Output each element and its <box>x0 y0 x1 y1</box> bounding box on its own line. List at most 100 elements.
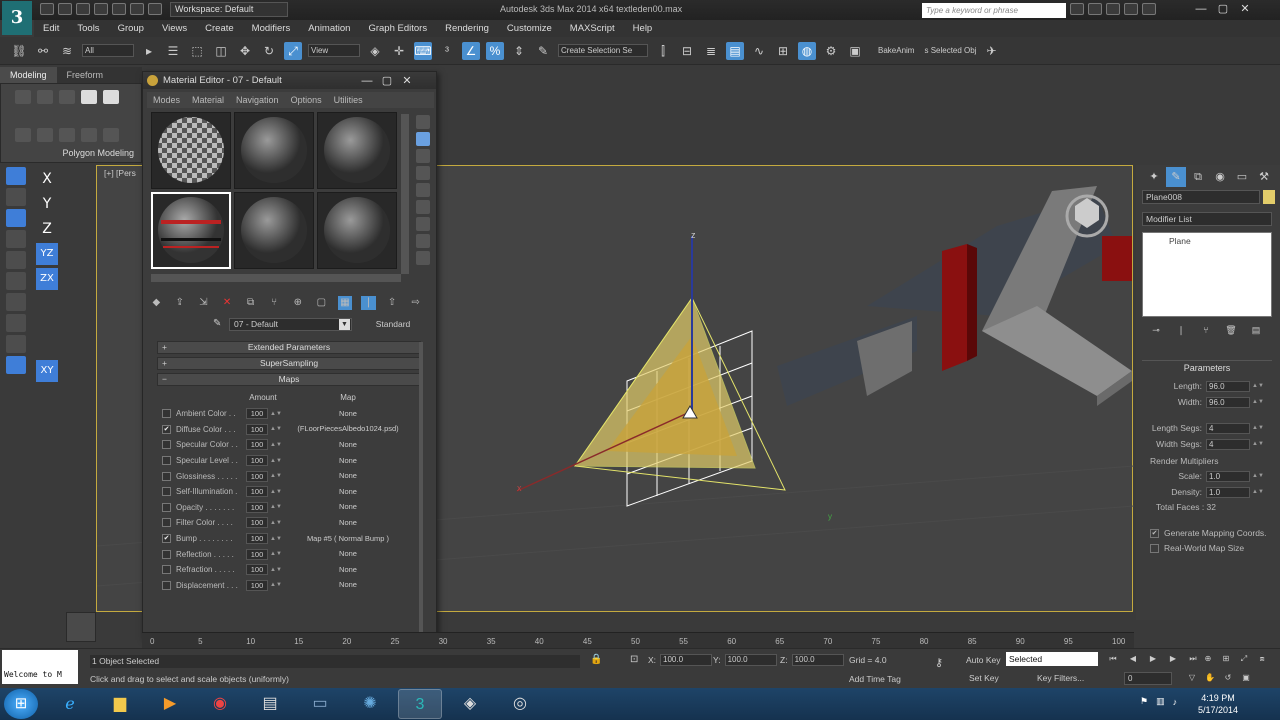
map-amount-input[interactable]: 100 <box>246 408 268 420</box>
material-id-channel-icon[interactable]: ▢ <box>314 296 329 310</box>
graphite-ribbon-icon[interactable]: ▤ <box>726 41 744 60</box>
create-tab-icon[interactable]: ✦ <box>1144 167 1164 187</box>
spinner-icon[interactable]: ▲▼ <box>270 567 282 573</box>
exchange-icon[interactable] <box>1106 3 1120 15</box>
timeline-ruler[interactable]: 0 5 10 15 20 25 30 35 40 45 50 55 60 65 70 75 80 85 90 95 10… <box>142 632 1134 648</box>
reset-map-icon[interactable]: ✕ <box>220 296 235 310</box>
map-amount-input[interactable]: 100 <box>246 423 268 435</box>
percent-snap-icon[interactable]: % <box>486 41 504 60</box>
file-explorer-icon[interactable]: ▆ <box>98 689 142 719</box>
sample-slot[interactable] <box>234 192 314 269</box>
axis-z-button[interactable]: Z <box>36 218 58 240</box>
notepad-icon[interactable]: ▤ <box>248 689 292 719</box>
map-amount-input[interactable]: 100 <box>246 579 268 591</box>
show-end-result-icon[interactable]: ❘ <box>1175 324 1187 336</box>
ribbon-tool-icon[interactable] <box>37 90 53 104</box>
material-name-dropdown-icon[interactable]: ▼ <box>339 319 350 330</box>
select-by-name-icon[interactable]: ☰ <box>164 42 182 60</box>
menu-animation[interactable]: Animation <box>299 20 359 37</box>
remove-modifier-icon[interactable]: 🗑 <box>1225 324 1237 336</box>
auto-key-button[interactable]: Auto Key <box>966 655 1001 665</box>
media-player-icon[interactable]: ▶ <box>148 689 192 719</box>
move-icon[interactable]: ✥ <box>236 42 254 60</box>
length-segs-input[interactable]: 4 <box>1206 422 1250 434</box>
bind-space-warp-icon[interactable]: ≋ <box>58 42 76 60</box>
ribbon-tool-icon[interactable] <box>15 90 31 104</box>
selection-filter-dropdown[interactable]: All <box>82 44 134 57</box>
map-button[interactable]: None <box>288 486 408 498</box>
map-enable-checkbox[interactable] <box>162 518 171 528</box>
me-minimize-button[interactable]: — <box>357 74 377 88</box>
motion-tab-icon[interactable]: ◉ <box>1210 167 1230 187</box>
mirror-icon[interactable]: ⫿ <box>654 42 672 60</box>
x-input[interactable]: 100.0 <box>660 654 713 666</box>
unlink-icon[interactable]: ⚯ <box>34 42 52 60</box>
map-enable-checkbox[interactable] <box>162 456 171 466</box>
constraint-icon[interactable] <box>6 293 26 311</box>
map-amount-input[interactable]: 100 <box>246 486 268 498</box>
pin-stack-icon[interactable]: ⊸ <box>1150 324 1162 336</box>
bake-anim-label[interactable]: BakeAnim <box>878 46 914 55</box>
previous-frame-icon[interactable]: ◀ <box>1124 652 1142 666</box>
map-button[interactable]: Map #5 ( Normal Bump ) <box>288 533 408 545</box>
me-menu-utilities[interactable]: Utilities <box>328 92 369 108</box>
ribbon-tool-icon[interactable] <box>37 128 53 142</box>
map-amount-input[interactable]: 100 <box>246 470 268 482</box>
sample-slot[interactable] <box>317 112 397 189</box>
make-unique-icon[interactable]: ⑂ <box>267 296 282 310</box>
modify-tab-icon[interactable]: ✎ <box>1166 167 1186 187</box>
scale-icon[interactable]: ⤢ <box>284 41 302 60</box>
schematic-view-icon[interactable]: ⊞ <box>774 42 792 60</box>
constraint-icon[interactable] <box>6 209 26 227</box>
map-enable-checkbox[interactable] <box>162 549 171 559</box>
z-input[interactable]: 100.0 <box>791 654 844 666</box>
ribbon-tool-icon[interactable] <box>15 128 31 142</box>
network-app-icon[interactable]: ✺ <box>348 689 392 719</box>
axis-zx-button[interactable]: ZX <box>36 268 58 290</box>
transform-type-in-icon[interactable]: ⊡ <box>630 654 638 665</box>
map-button[interactable]: None <box>288 470 408 482</box>
app-icon[interactable]: ◈ <box>448 689 492 719</box>
chrome-icon[interactable]: ◉ <box>198 689 242 719</box>
ribbon-tool-icon[interactable] <box>59 128 75 142</box>
new-file-icon[interactable] <box>40 3 54 15</box>
maximize-viewport-icon[interactable]: ▣ <box>1238 671 1254 685</box>
show-map-in-viewport-icon[interactable]: ▦ <box>337 296 353 310</box>
menu-maxscript[interactable]: MAXScript <box>561 20 624 37</box>
pivot-center-icon[interactable]: ◈ <box>366 42 384 60</box>
go-to-start-icon[interactable]: ⏮ <box>1104 652 1122 666</box>
spinner-icon[interactable]: ▲▼ <box>270 489 282 495</box>
star-icon[interactable] <box>1124 3 1138 15</box>
extended-parameters-rollout[interactable]: + Extended Parameters <box>157 341 421 354</box>
curve-editor-icon[interactable]: ∿ <box>750 42 768 60</box>
viewport-label[interactable]: [+] [Pers <box>104 168 136 178</box>
me-scrollbar[interactable] <box>419 342 423 632</box>
menu-rendering[interactable]: Rendering <box>436 20 498 37</box>
checkbox-checked-icon[interactable]: ✔ <box>1150 528 1159 538</box>
spinner-icon[interactable]: ▲▼ <box>1252 489 1264 495</box>
menu-edit[interactable]: Edit <box>34 20 68 37</box>
start-button-icon[interactable]: ⊞ <box>4 689 38 719</box>
get-material-icon[interactable]: ◆ <box>149 296 164 310</box>
sample-slot[interactable] <box>317 192 397 269</box>
maxscript-listener[interactable]: Welcome to M <box>2 650 78 684</box>
make-preview-icon[interactable] <box>416 200 430 214</box>
spinner-icon[interactable]: ▲▼ <box>270 458 282 464</box>
width-segs-input[interactable]: 4 <box>1206 438 1250 450</box>
pan-icon[interactable]: ✋ <box>1202 671 1218 685</box>
zoom-all-icon[interactable]: ⊞ <box>1218 652 1234 666</box>
material-editor-icon[interactable]: ◍ <box>798 41 816 60</box>
modifier-stack[interactable]: Plane <box>1142 232 1272 317</box>
object-name-field[interactable]: Plane008 <box>1142 190 1260 204</box>
rotate-icon[interactable]: ↻ <box>260 42 278 60</box>
menu-graph-editors[interactable]: Graph Editors <box>359 20 436 37</box>
axis-x-button[interactable]: X <box>36 168 58 190</box>
material-type-button[interactable]: Standard <box>367 318 419 331</box>
constraint-icon[interactable] <box>6 335 26 353</box>
menu-help[interactable]: Help <box>624 20 662 37</box>
constraint-icon[interactable] <box>6 314 26 332</box>
binoculars-icon[interactable] <box>1070 3 1084 15</box>
tab-freeform[interactable]: Freeform <box>57 67 114 83</box>
supersampling-rollout[interactable]: + SuperSampling <box>157 357 421 370</box>
key-filters-button[interactable]: Key Filters... <box>1037 673 1084 683</box>
